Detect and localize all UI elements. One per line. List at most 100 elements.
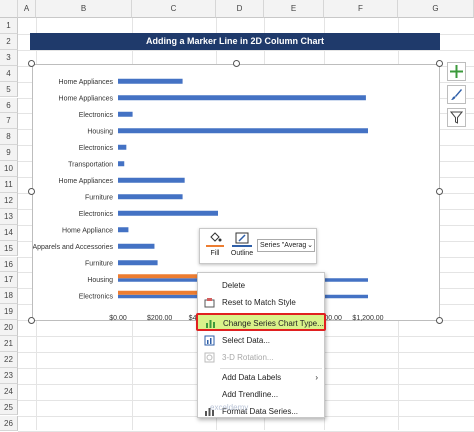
category-label: Home Appliances — [59, 95, 114, 102]
row-header[interactable]: 10 — [0, 161, 18, 177]
row-header[interactable]: 17 — [0, 272, 18, 289]
category-label: Transportation — [68, 161, 113, 168]
menu-item-delete[interactable]: Delete — [198, 277, 324, 294]
row-header[interactable]: 25 — [0, 399, 18, 416]
column-header-e[interactable]: E — [264, 0, 324, 18]
resize-handle-tr[interactable] — [436, 60, 443, 67]
chart-elements-button[interactable] — [447, 62, 466, 81]
row-header[interactable]: 23 — [0, 367, 18, 384]
x-tick-label: $1,200.00 — [352, 315, 383, 322]
row-header[interactable]: 12 — [0, 192, 18, 209]
resize-handle-tc[interactable] — [233, 60, 240, 67]
chart-filters-button[interactable] — [447, 108, 466, 127]
resize-handle-tl[interactable] — [28, 60, 35, 67]
bar-series-1[interactable] — [118, 210, 218, 216]
bar-series-1[interactable] — [118, 128, 368, 134]
plus-icon — [450, 65, 463, 78]
resize-handle-mr[interactable] — [436, 188, 443, 195]
row-header[interactable]: 16 — [0, 256, 18, 273]
column-header-f[interactable]: F — [324, 0, 398, 18]
category-label: Electronics — [79, 293, 114, 300]
category-label: Furniture — [85, 260, 113, 267]
row-header[interactable]: 7 — [0, 113, 18, 130]
category-label: Home Appliance — [62, 227, 113, 234]
menu-item-select-data[interactable]: Select Data... — [198, 332, 324, 349]
bar-series-1[interactable] — [118, 144, 127, 150]
menu-item-add-data-labels[interactable]: Add Data Labels › — [198, 369, 324, 386]
row-header[interactable]: 19 — [0, 304, 18, 321]
reset-style-icon — [204, 298, 215, 308]
bar-series-1[interactable] — [118, 194, 183, 200]
column-header-b[interactable]: B — [36, 0, 132, 18]
pen-icon — [235, 232, 249, 244]
page-title: Adding a Marker Line in 2D Column Chart — [30, 33, 440, 50]
category-label: Apparels and Accessories — [33, 244, 113, 251]
column-header-a[interactable]: A — [18, 0, 36, 18]
brush-icon — [451, 89, 462, 100]
row-header[interactable]: 21 — [0, 336, 18, 352]
paint-bucket-icon — [210, 232, 222, 242]
row-header[interactable]: 8 — [0, 129, 18, 146]
resize-handle-br[interactable] — [436, 317, 443, 324]
bar-series-1[interactable] — [118, 243, 155, 249]
outline-label: Outline — [230, 250, 254, 257]
row-header[interactable]: 26 — [0, 415, 18, 432]
watermark: exceldemy — [210, 403, 249, 412]
format-mini-toolbar: Fill Outline Series "Averag ⌄ — [199, 228, 317, 264]
bar-series-2[interactable] — [118, 290, 206, 295]
resize-handle-bl[interactable] — [28, 317, 35, 324]
x-tick-label: $200.00 — [147, 315, 172, 322]
row-header[interactable]: 14 — [0, 224, 18, 241]
row-header[interactable]: 9 — [0, 145, 18, 162]
series-select[interactable]: Series "Averag ⌄ — [257, 239, 315, 252]
chevron-right-icon: › — [315, 373, 318, 382]
row-header[interactable]: 11 — [0, 177, 18, 193]
column-header-g[interactable]: G — [398, 0, 474, 18]
series-select-value: Series "Averag — [260, 242, 307, 249]
row-header[interactable]: 13 — [0, 208, 18, 225]
filter-icon — [450, 111, 463, 124]
fill-button[interactable]: Fill — [204, 232, 226, 262]
row-header[interactable]: 6 — [0, 97, 18, 114]
row-header[interactable]: 20 — [0, 320, 18, 336]
column-header-c[interactable]: C — [132, 0, 216, 18]
bar-series-1[interactable] — [118, 78, 183, 84]
bar-series-1[interactable] — [118, 177, 185, 183]
category-label: Electronics — [79, 211, 114, 218]
rotation-icon — [204, 352, 215, 363]
category-label: Electronics — [79, 145, 114, 152]
corner-cell[interactable] — [0, 0, 18, 18]
menu-item-add-trendline[interactable]: Add Trendline... — [198, 386, 324, 403]
category-label: Home Appliances — [59, 79, 114, 86]
row-header[interactable]: 24 — [0, 383, 18, 400]
bar-series-1[interactable] — [118, 260, 158, 266]
row-header[interactable]: 18 — [0, 288, 18, 305]
chart-styles-button[interactable] — [447, 85, 466, 104]
category-label: Electronics — [79, 112, 114, 119]
chart-type-icon — [206, 320, 215, 328]
menu-item-reset-style[interactable]: Reset to Match Style — [198, 294, 324, 311]
row-header[interactable]: 15 — [0, 240, 18, 257]
bar-series-1[interactable] — [118, 95, 366, 101]
category-label: Housing — [87, 128, 113, 135]
category-label: Home Appliances — [59, 178, 114, 185]
row-header[interactable]: 1 — [0, 18, 18, 34]
x-tick-label: $0.00 — [109, 315, 127, 322]
category-label: Furniture — [85, 194, 113, 201]
column-header-d[interactable]: D — [216, 0, 264, 18]
bar-series-2[interactable] — [118, 274, 206, 279]
outline-button[interactable]: Outline — [229, 232, 255, 262]
menu-item-3d-rotation: 3-D Rotation... — [198, 349, 324, 366]
bar-series-1[interactable] — [118, 227, 129, 233]
menu-item-change-series-chart-type[interactable]: Change Series Chart Type... — [196, 313, 326, 331]
bar-series-1[interactable] — [118, 111, 133, 117]
row-header[interactable]: 5 — [0, 81, 18, 98]
category-label: Housing — [87, 277, 113, 284]
bar-series-1[interactable] — [118, 161, 125, 167]
resize-handle-ml[interactable] — [28, 188, 35, 195]
row-header[interactable]: 3 — [0, 49, 18, 66]
fill-label: Fill — [210, 250, 220, 257]
row-header[interactable]: 4 — [0, 65, 18, 82]
row-header[interactable]: 22 — [0, 351, 18, 368]
row-header[interactable]: 2 — [0, 33, 18, 50]
